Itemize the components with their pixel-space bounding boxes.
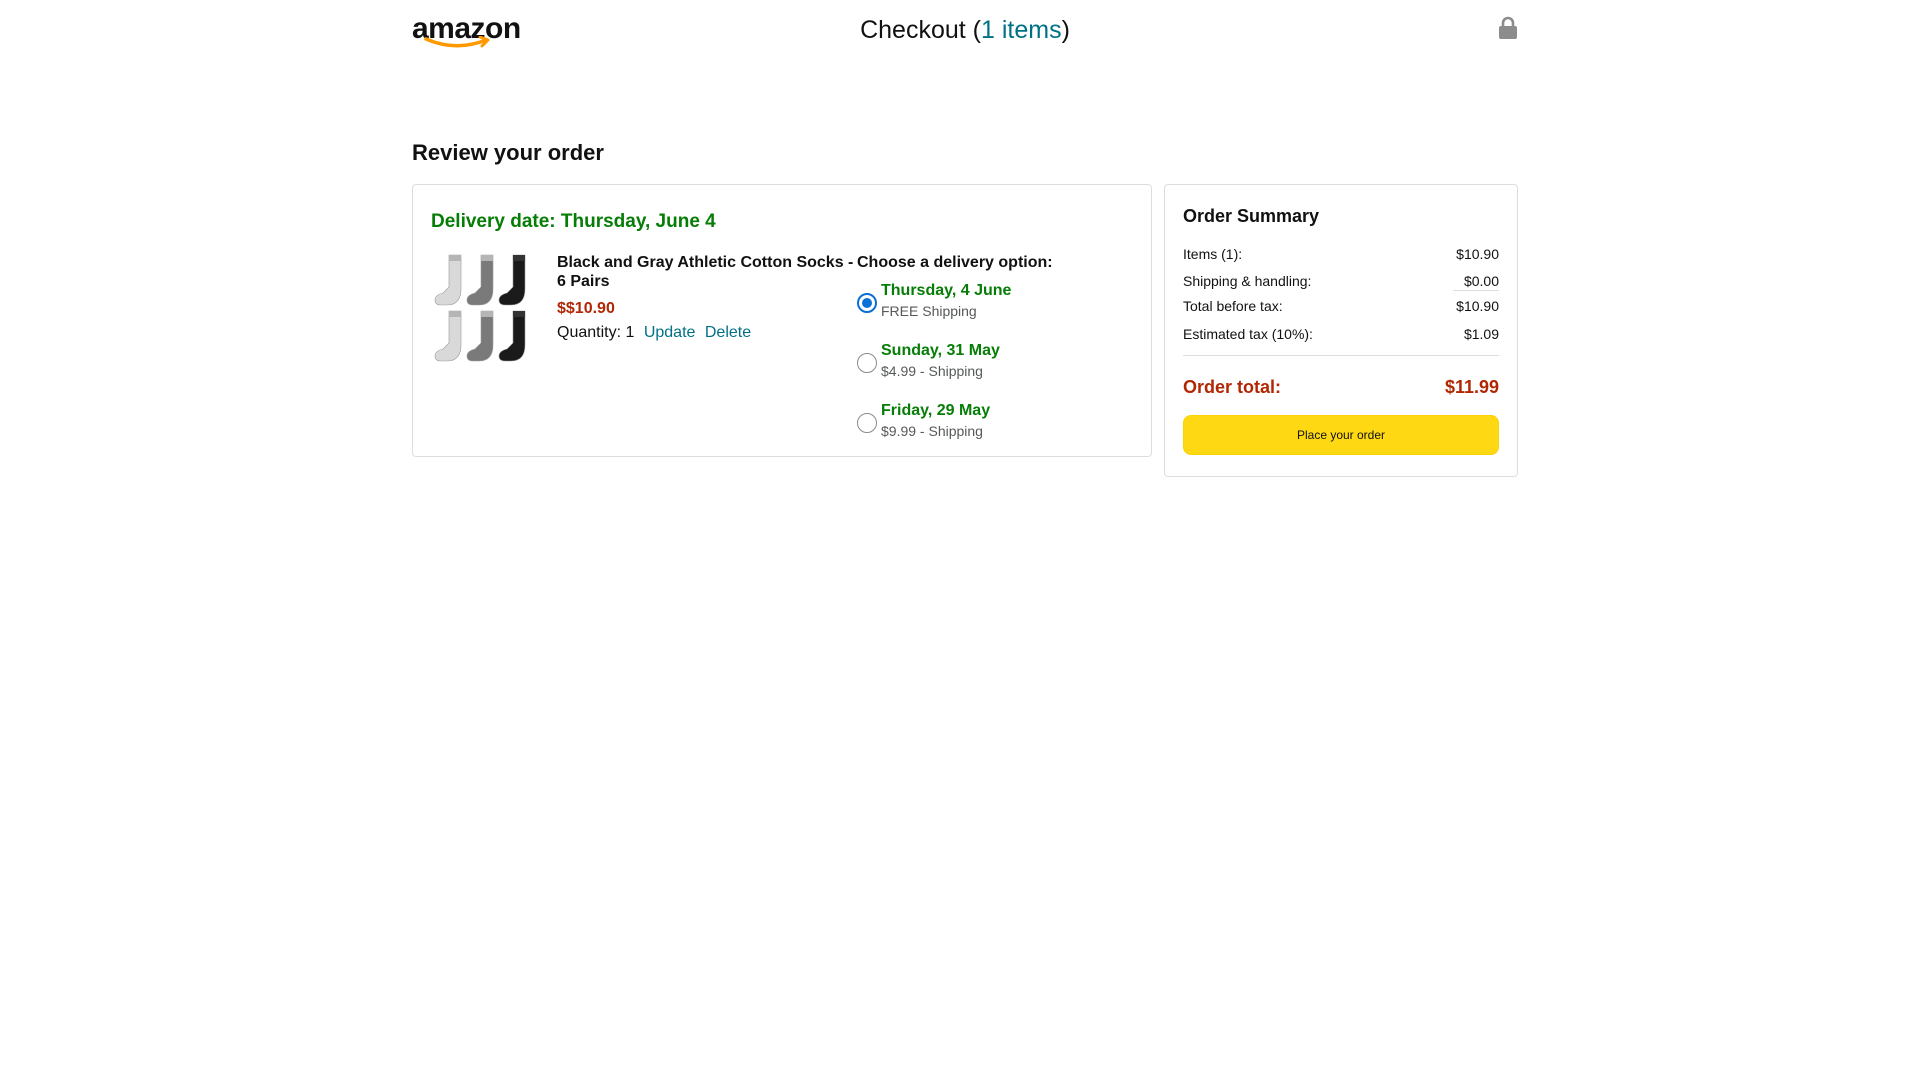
- delivery-option-radio[interactable]: [857, 353, 877, 373]
- sock-shape: [434, 310, 462, 362]
- product-price: $$10.90: [557, 300, 615, 317]
- checkout-header: amazon Checkout (1 items): [412, 0, 1518, 60]
- summary-before-tax-label: Total before tax:: [1183, 298, 1283, 314]
- quantity-row: Quantity: 1 Update Delete: [557, 323, 857, 343]
- summary-tax-label: Estimated tax (10%):: [1183, 326, 1313, 342]
- order-total-row: Order total: $11.99: [1183, 375, 1499, 399]
- summary-tax-row: Estimated tax (10%): $1.09: [1183, 325, 1499, 343]
- summary-divider: [1453, 290, 1499, 291]
- product-image[interactable]: [431, 253, 533, 365]
- delivery-options-title: Choose a delivery option:: [857, 254, 1053, 271]
- order-card: Delivery date: Thursday, June 4 Black an…: [412, 184, 1152, 457]
- sock-shape: [466, 254, 494, 306]
- sock-shape: [498, 254, 526, 306]
- delivery-option-1[interactable]: Thursday, 4 June FREE Shipping: [857, 281, 1137, 333]
- summary-before-tax-value: $10.90: [1456, 298, 1499, 314]
- delivery-option-date: Friday, 29 May: [881, 402, 991, 419]
- quantity-label: Quantity: 1: [557, 324, 635, 341]
- summary-shipping-value: $0.00: [1463, 273, 1499, 289]
- summary-divider: [1183, 355, 1499, 356]
- delivery-options: Choose a delivery option: Thursday, 4 Ju…: [857, 253, 1137, 453]
- summary-items-row: Items (1): $10.90: [1183, 245, 1499, 263]
- delivery-option-date: Thursday, 4 June: [881, 282, 1012, 299]
- delivery-option-2[interactable]: Sunday, 31 May $4.99 - Shipping: [857, 341, 1137, 393]
- sock-shape: [498, 310, 526, 362]
- delivery-option-3[interactable]: Friday, 29 May $9.99 - Shipping: [857, 401, 1137, 453]
- delete-link[interactable]: Delete: [705, 324, 751, 341]
- order-total-value: $11.99: [1444, 377, 1499, 397]
- checkout-title-suffix: ): [1061, 16, 1070, 44]
- summary-before-tax-row: Total before tax: $10.90: [1183, 297, 1499, 315]
- delivery-option-shipping: $9.99 - Shipping: [881, 423, 983, 439]
- summary-tax-value: $1.09: [1463, 326, 1499, 342]
- page-title: Review your order: [412, 140, 604, 165]
- summary-items-value: $10.90: [1456, 246, 1499, 262]
- lock-icon: [1498, 16, 1518, 40]
- checkout-item-count-link[interactable]: 1 items: [981, 16, 1062, 44]
- summary-shipping-row: Shipping & handling: $0.00: [1183, 272, 1499, 290]
- delivery-option-radio[interactable]: [857, 293, 877, 313]
- order-total-label: Order total:: [1183, 377, 1282, 397]
- order-summary-card: Order Summary Items (1): $10.90 Shipping…: [1164, 184, 1518, 477]
- order-summary-title: Order Summary: [1183, 206, 1320, 226]
- update-link[interactable]: Update: [644, 324, 696, 341]
- summary-shipping-label: Shipping & handling:: [1183, 273, 1312, 289]
- sock-shape: [434, 254, 462, 306]
- summary-items-label: Items (1):: [1183, 246, 1243, 262]
- delivery-option-shipping: FREE Shipping: [881, 303, 977, 319]
- delivery-option-date: Sunday, 31 May: [881, 342, 1000, 359]
- checkout-title-prefix: Checkout (: [860, 16, 981, 44]
- checkout-title: Checkout (1 items): [412, 14, 1518, 46]
- delivery-option-shipping: $4.99 - Shipping: [881, 363, 983, 379]
- place-order-button[interactable]: Place your order: [1183, 415, 1499, 455]
- delivery-option-radio[interactable]: [857, 413, 877, 433]
- product-title[interactable]: Black and Gray Athletic Cotton Socks - 6…: [557, 253, 857, 291]
- checkout-page: amazon Checkout (1 items) Review your or…: [0, 0, 1920, 1080]
- delivery-date-heading: Delivery date: Thursday, June 4: [431, 211, 716, 232]
- product-info: Black and Gray Athletic Cotton Socks - 6…: [557, 253, 857, 343]
- sock-shape: [466, 310, 494, 362]
